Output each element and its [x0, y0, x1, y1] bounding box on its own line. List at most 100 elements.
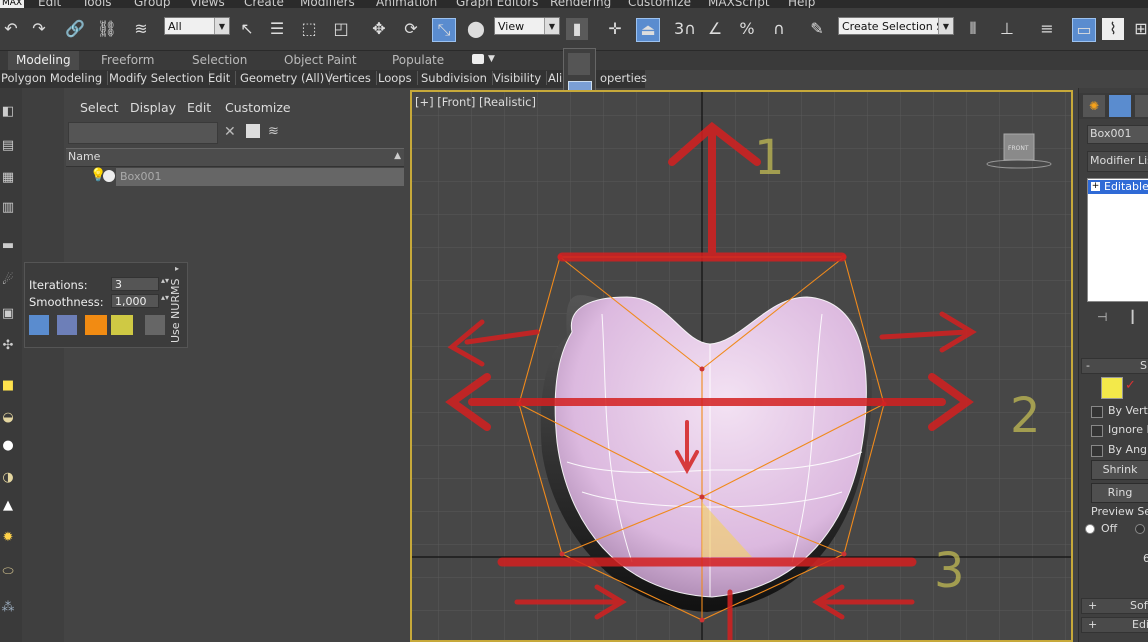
- modify-tab-icon[interactable]: [1109, 95, 1131, 117]
- menu-item-rendering[interactable]: Rendering: [550, 0, 611, 8]
- explorer-menu-display[interactable]: Display: [130, 100, 176, 115]
- tab-selection[interactable]: Selection: [192, 53, 247, 67]
- expand-icon[interactable]: +: [1088, 618, 1097, 631]
- cone-icon[interactable]: ◒: [0, 410, 16, 426]
- preview-subobj-radio[interactable]: [1135, 524, 1145, 534]
- by-vertex-checkbox[interactable]: [1091, 406, 1103, 418]
- curve-editor-icon[interactable]: ⌇: [1102, 18, 1124, 40]
- explorer-menu-customize[interactable]: Customize: [225, 100, 291, 115]
- particles-icon[interactable]: ⁂: [0, 600, 16, 616]
- subtab-modify-selection[interactable]: Modify Selection: [109, 71, 210, 85]
- ok-icon[interactable]: [29, 315, 49, 335]
- link-icon[interactable]: 🔗: [64, 18, 86, 40]
- select-object-icon[interactable]: ↖: [236, 18, 258, 40]
- unlink-icon[interactable]: ⛓: [96, 18, 118, 40]
- paint-icon[interactable]: ▤: [0, 138, 16, 154]
- smoothness-field[interactable]: 1,000: [111, 294, 159, 308]
- sort-arrow-icon[interactable]: ▲: [394, 151, 401, 161]
- stack-item-editable[interactable]: + Editable: [1088, 180, 1148, 194]
- edit-named-selection-icon[interactable]: ✎: [806, 18, 828, 40]
- menu-item-customize[interactable]: Customize: [628, 0, 691, 8]
- ribbon-options-icon[interactable]: [472, 54, 484, 64]
- color-swatch-orange[interactable]: [85, 315, 107, 335]
- menu-item-tools[interactable]: Tools: [82, 0, 112, 8]
- subtab-loops[interactable]: Loops: [378, 71, 418, 85]
- toggle-ribbon-icon[interactable]: ▭: [1072, 18, 1096, 42]
- tab-object-paint[interactable]: Object Paint: [284, 53, 357, 67]
- subtab-subdivision[interactable]: Subdivision: [421, 71, 493, 85]
- explorer-column-header[interactable]: Name ▲: [66, 148, 404, 167]
- menu-item-group[interactable]: Group: [134, 0, 171, 8]
- reference-coordinate-dropdown[interactable]: View ▼: [494, 17, 560, 35]
- ignore-backfacing-checkbox[interactable]: [1091, 425, 1103, 437]
- pivot-point-center-icon[interactable]: [568, 53, 590, 75]
- list-icon[interactable]: ▥: [0, 200, 16, 216]
- preview-off-radio[interactable]: [1085, 524, 1095, 534]
- spinner-icon[interactable]: ▴▾: [161, 293, 169, 302]
- color-swatch-yellow[interactable]: [111, 315, 133, 335]
- sphere-icon[interactable]: ●: [0, 438, 16, 454]
- align-icon[interactable]: ⊥: [996, 18, 1018, 40]
- schematic-view-icon[interactable]: ⊞: [1130, 18, 1148, 40]
- bind-spacewarp-icon[interactable]: ≋: [130, 18, 152, 40]
- subtab-properties[interactable]: operties: [600, 71, 652, 85]
- menu-item-views[interactable]: Views: [190, 0, 225, 8]
- scale-icon[interactable]: ⤡: [432, 18, 456, 42]
- selection-filter-dropdown[interactable]: All ▼: [164, 17, 230, 35]
- vertex-mode-icon[interactable]: [1101, 377, 1123, 399]
- percent-snap-icon[interactable]: %: [736, 18, 758, 40]
- subtab-vertices[interactable]: Vertices: [325, 71, 377, 85]
- redo-icon[interactable]: ↷: [28, 18, 50, 40]
- select-by-name-icon[interactable]: ☰: [266, 18, 288, 40]
- close-icon[interactable]: ✕: [224, 124, 236, 140]
- torus-icon[interactable]: ◑: [0, 470, 16, 486]
- box-icon[interactable]: ■: [0, 378, 16, 394]
- pin-stack-icon[interactable]: ⊣: [1097, 310, 1107, 324]
- by-angle-checkbox[interactable]: [1091, 445, 1103, 457]
- use-nurms-label[interactable]: Use NURMS: [169, 279, 182, 343]
- cancel-icon[interactable]: [145, 315, 165, 335]
- app-badge[interactable]: MAX: [0, 0, 25, 8]
- move-icon[interactable]: ✥: [368, 18, 390, 40]
- grid-icon[interactable]: ▦: [0, 170, 16, 186]
- snaps-toggle-icon[interactable]: 3∩: [674, 18, 696, 40]
- filter-icon[interactable]: [246, 124, 260, 138]
- layer-manager-icon[interactable]: ≡: [1036, 18, 1058, 40]
- modifier-list-dropdown[interactable]: Modifier List: [1087, 151, 1148, 172]
- cylinder-icon[interactable]: ⬭: [0, 564, 16, 580]
- expand-icon[interactable]: +: [1091, 182, 1100, 191]
- chevron-down-icon[interactable]: ▼: [488, 54, 495, 64]
- create-tab-icon[interactable]: ✺: [1083, 95, 1105, 117]
- shapes-icon[interactable]: ▬: [0, 238, 16, 254]
- show-end-result-icon[interactable]: ┃: [1129, 310, 1136, 324]
- apply-icon[interactable]: [57, 315, 77, 335]
- expand-icon[interactable]: +: [1088, 599, 1097, 612]
- select-manipulate-icon[interactable]: ✛: [604, 18, 626, 40]
- rotate-icon[interactable]: ⟳: [400, 18, 422, 40]
- soft-selection-rollout[interactable]: + Soft: [1081, 598, 1148, 614]
- list-item[interactable]: Box001: [116, 168, 404, 186]
- hierarchy-tab-icon[interactable]: [1135, 95, 1148, 117]
- subtab-polygon-modeling[interactable]: Polygon Modeling: [1, 71, 109, 85]
- layers-icon[interactable]: ≋: [268, 124, 279, 139]
- edge-mode-icon[interactable]: ✓: [1125, 378, 1136, 393]
- edit-rollout[interactable]: + Edi: [1081, 617, 1148, 633]
- front-viewport[interactable]: 1 2 3 FRONT: [410, 90, 1073, 642]
- explorer-menu-select[interactable]: Select: [80, 100, 119, 115]
- menu-item-animation[interactable]: Animation: [376, 0, 437, 8]
- object-name-field[interactable]: Box001: [1087, 125, 1148, 144]
- named-selection-dropdown[interactable]: Create Selection Se ▼: [838, 17, 954, 35]
- subtab-visibility[interactable]: Visibility: [493, 71, 548, 85]
- explorer-menu-edit[interactable]: Edit: [187, 100, 211, 115]
- collapse-icon[interactable]: -: [1086, 359, 1090, 372]
- rectangular-selection-icon[interactable]: ⬚: [298, 18, 320, 40]
- ring-button[interactable]: Ring: [1091, 483, 1148, 503]
- tab-modeling[interactable]: Modeling: [8, 51, 79, 70]
- graphite-tool-icon[interactable]: ◧: [0, 104, 16, 120]
- menu-item-edit[interactable]: Edit: [38, 0, 61, 8]
- light-icon[interactable]: ☄: [0, 273, 16, 289]
- tab-populate[interactable]: Populate: [392, 53, 444, 67]
- pyramid-icon[interactable]: ▲: [0, 498, 16, 514]
- menu-item-graph-editors[interactable]: Graph Editors: [456, 0, 538, 8]
- menu-item-create[interactable]: Create: [244, 0, 284, 8]
